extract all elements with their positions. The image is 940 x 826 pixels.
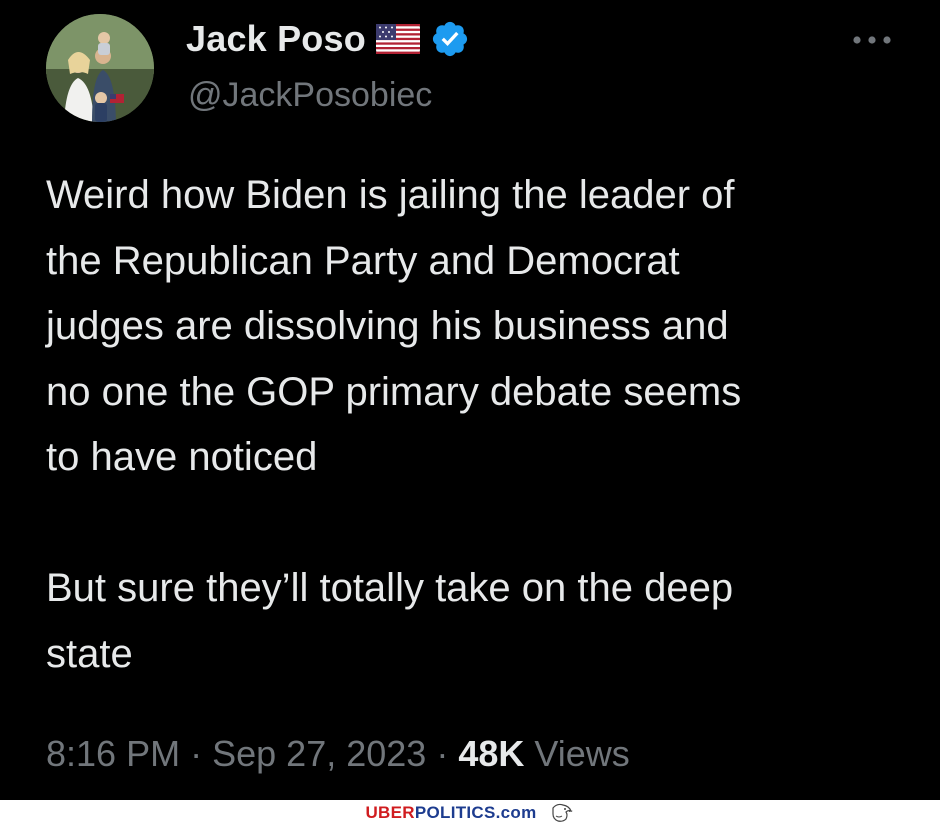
more-options-icon[interactable]: [850, 28, 894, 52]
watermark-bar: UBERPOLITICS.com: [0, 800, 940, 826]
watermark-brand-part2: POLITICS.com: [414, 803, 537, 822]
tweet-time[interactable]: 8:16 PM: [46, 733, 180, 774]
watermark-brand: UBERPOLITICS.com: [365, 803, 536, 823]
tweet-meta: 8:16 PM · Sep 27, 2023 · 48K Views: [46, 733, 630, 775]
views-label[interactable]: Views: [534, 733, 629, 774]
meta-separator: ·: [190, 733, 203, 774]
display-name[interactable]: Jack Poso: [186, 18, 366, 60]
eagle-icon: [551, 803, 573, 822]
watermark-brand-part1: UBER: [365, 803, 415, 822]
name-row: Jack Poso: [186, 18, 470, 60]
us-flag-icon: [375, 24, 420, 54]
views-count[interactable]: 48K: [458, 733, 524, 774]
avatar[interactable]: [46, 14, 154, 122]
verified-badge-icon[interactable]: [430, 19, 470, 59]
tweet-text: Weird how Biden is jailing the leader of…: [46, 173, 742, 676]
tweet-date[interactable]: Sep 27, 2023: [212, 733, 426, 774]
avatar-photo: [46, 14, 154, 122]
meta-separator: ·: [436, 733, 449, 774]
tweet-card: Jack Poso @JackPosobiec Weird how Biden …: [0, 0, 940, 800]
user-handle[interactable]: @JackPosobiec: [188, 76, 432, 115]
